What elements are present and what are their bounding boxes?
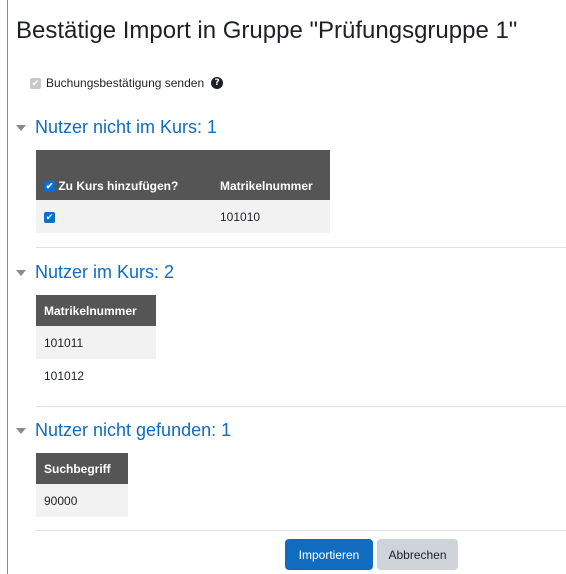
chevron-down-icon <box>16 427 26 434</box>
matrikelnummer-cell: 101012 <box>44 368 85 383</box>
table-row: 101012 <box>36 359 156 392</box>
not-in-course-table: ✔ Zu Kurs hinzufügen? Matrikelnummer ✔ 1… <box>36 150 330 233</box>
column-header-matrikelnummer: Matrikelnummer <box>36 295 156 326</box>
section-not-in-course-title: Nutzer nicht im Kurs: 1 <box>35 117 218 137</box>
suchbegriff-cell: 90000 <box>36 484 128 517</box>
left-border <box>7 0 8 574</box>
table-row: 90000 <box>36 484 128 517</box>
question-circle-icon[interactable]: ? <box>211 77 224 89</box>
row-checkbox-cell: ✔ <box>36 200 212 233</box>
table-row: ✔ 101010 <box>36 200 330 233</box>
section-in-course-title: Nutzer im Kurs: 2 <box>35 262 175 282</box>
column-header-add-to-course: ✔ Zu Kurs hinzufügen? <box>36 150 212 200</box>
table-row: 101011 <box>36 326 156 359</box>
send-confirmation-label: Buchungsbestätigung senden <box>46 76 205 90</box>
column-header-matrikelnummer: Matrikelnummer <box>212 150 330 200</box>
column-header-suchbegriff: Suchbegriff <box>36 453 128 484</box>
divider <box>36 530 566 531</box>
cancel-button[interactable]: Abbrechen <box>377 539 458 570</box>
column-header-add-to-course-label: Zu Kurs hinzufügen? <box>58 179 179 193</box>
page-title: Bestätige Import in Gruppe "Prüfungsgrup… <box>16 17 518 44</box>
section-not-found-toggle[interactable]: Nutzer nicht gefunden: 1 <box>16 420 231 441</box>
send-confirmation-checkbox[interactable]: ✔ <box>30 77 41 89</box>
section-in-course-toggle[interactable]: Nutzer im Kurs: 2 <box>16 262 174 283</box>
send-confirmation-option: ✔ Buchungsbestätigung senden ? <box>30 76 224 90</box>
import-button[interactable]: Importieren <box>285 539 373 570</box>
chevron-down-icon <box>16 124 26 131</box>
chevron-down-icon <box>16 269 26 276</box>
divider <box>36 247 566 248</box>
select-all-checkbox[interactable]: ✔ <box>44 181 55 193</box>
divider <box>36 406 566 407</box>
matrikelnummer-cell: 101011 <box>36 326 156 359</box>
section-not-in-course-toggle[interactable]: Nutzer nicht im Kurs: 1 <box>16 117 217 138</box>
matrikelnummer-cell: 101010 <box>212 200 330 233</box>
row-add-checkbox[interactable]: ✔ <box>44 211 55 223</box>
in-course-table: Matrikelnummer 101011 101012 <box>36 295 156 392</box>
not-found-table: Suchbegriff 90000 <box>36 453 128 517</box>
section-not-found-title: Nutzer nicht gefunden: 1 <box>35 420 232 440</box>
